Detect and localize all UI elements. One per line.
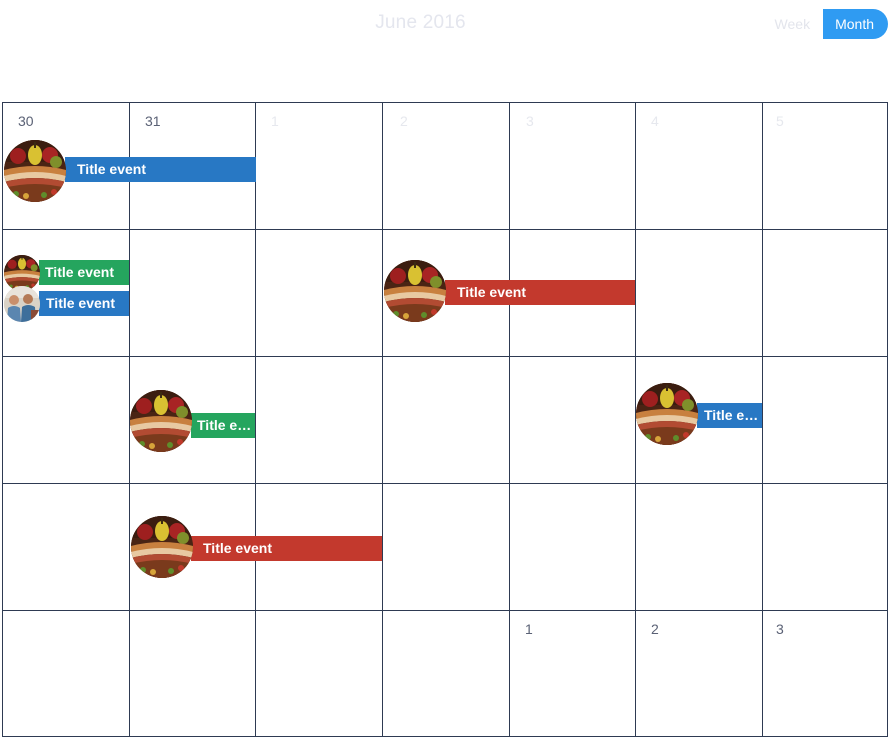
food-photo-icon <box>130 390 192 452</box>
grid-divider <box>762 103 763 736</box>
view-toggle: Week Month <box>762 9 888 39</box>
event-title: Title event <box>197 417 255 433</box>
day-number[interactable]: 3 <box>776 621 784 637</box>
event-avatar[interactable] <box>131 516 193 578</box>
event-title: Title event <box>457 284 526 300</box>
event-bar[interactable]: Title event <box>39 260 129 285</box>
event-avatar[interactable] <box>384 260 446 322</box>
event-bar[interactable]: Title event <box>191 413 255 438</box>
grid-divider <box>3 610 887 611</box>
day-number[interactable]: 2 <box>400 113 408 129</box>
event-bar[interactable]: Title event <box>445 280 635 305</box>
day-number[interactable]: 2 <box>651 621 659 637</box>
event-title: Title event <box>704 407 762 423</box>
event-avatar[interactable] <box>4 140 66 202</box>
event-title: Title event <box>77 161 146 177</box>
day-number[interactable]: 1 <box>525 621 533 637</box>
grid-divider <box>255 103 256 736</box>
event-title: Title event <box>203 540 272 556</box>
event-avatar[interactable] <box>636 383 698 445</box>
calendar-header: June 2016 Week Month <box>0 0 891 60</box>
month-grid: 30 31 1 2 3 4 5 1 2 3 Title event Title … <box>2 102 888 737</box>
food-photo-icon <box>636 383 698 445</box>
month-view-button[interactable]: Month <box>823 9 888 39</box>
grid-divider <box>3 483 887 484</box>
event-title: Title event <box>45 264 114 280</box>
month-title: June 2016 <box>375 12 466 33</box>
food-photo-icon <box>131 516 193 578</box>
event-title: Title event <box>46 295 115 311</box>
event-avatar[interactable] <box>4 286 40 322</box>
event-bar[interactable]: Title event <box>65 157 256 182</box>
event-avatar[interactable] <box>130 390 192 452</box>
grid-divider <box>509 103 510 736</box>
event-bar[interactable]: Title event <box>39 291 129 316</box>
day-number[interactable]: 3 <box>526 113 534 129</box>
day-number[interactable]: 1 <box>271 113 279 129</box>
people-photo-icon <box>4 286 40 322</box>
event-bar[interactable]: Title event <box>191 536 382 561</box>
grid-divider <box>3 229 887 230</box>
event-bar[interactable]: Title event <box>697 403 762 428</box>
day-number[interactable]: 4 <box>651 113 659 129</box>
food-photo-icon <box>384 260 446 322</box>
food-photo-icon <box>4 140 66 202</box>
day-number[interactable]: 30 <box>18 113 34 129</box>
day-number[interactable]: 31 <box>145 113 161 129</box>
week-view-button[interactable]: Week <box>762 9 824 39</box>
grid-divider <box>382 103 383 736</box>
grid-divider <box>3 356 887 357</box>
day-number[interactable]: 5 <box>776 113 784 129</box>
